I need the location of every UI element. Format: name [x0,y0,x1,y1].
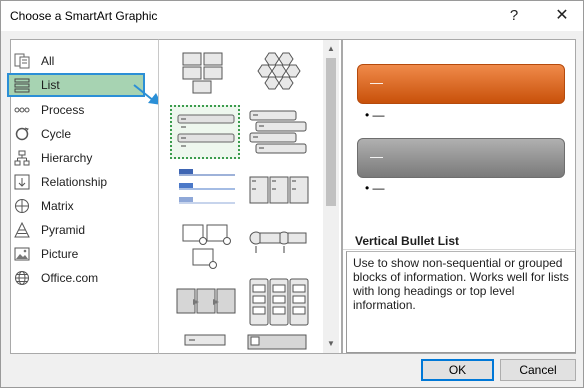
layout-description: Use to show non-sequential or grouped bl… [346,251,576,353]
layout-thumbnail-picture-list[interactable] [242,331,312,353]
horizontal-bullet-list-icon [249,176,309,204]
ok-button[interactable]: OK [421,359,494,381]
category-label: Cycle [41,127,72,141]
category-relationship[interactable]: Relationship [7,170,145,194]
all-icon [14,53,30,69]
dialog-title: Choose a SmartArt Graphic [10,9,158,23]
category-all[interactable]: All [7,49,145,73]
vertical-box-list-icon [179,169,235,204]
category-matrix[interactable]: Matrix [7,194,145,218]
list-icon [14,78,30,93]
segmented-process-icon [176,288,236,314]
accent-process-icon [249,231,307,253]
layout-thumbnail-horizontal-bullet-list[interactable] [242,163,312,217]
relationship-icon [14,174,30,190]
hexagon-cluster-icon [257,52,301,90]
layout-thumbnail-segmented-process[interactable] [173,275,243,329]
layout-thumbnail-table-list[interactable] [242,275,312,329]
category-list-item[interactable]: List [7,73,145,97]
title-bar: Choose a SmartArt Graphic ? ✕ [1,1,583,31]
preview-divider [343,249,575,250]
cycle-icon [15,127,29,141]
help-button[interactable]: ? [501,5,527,27]
globe-icon [15,271,29,285]
category-picture[interactable]: Picture [7,242,145,266]
layout-thumbnail-accent-process[interactable] [242,219,312,273]
layout-thumbnail-stacked-list[interactable] [242,105,312,159]
picture-caption-list-icon [182,224,231,269]
preview-bullet: • — [365,181,385,195]
lined-list-icon [184,334,226,346]
stacked-list-icon [249,110,307,154]
table-list-icon [249,278,309,326]
category-label: All [41,54,55,68]
process-icon [14,107,30,113]
matrix-icon [15,199,29,213]
category-label: Matrix [41,199,74,213]
smartart-dialog: Choose a SmartArt Graphic ? ✕ All List P… [0,0,584,388]
preview-shape-orange: — [357,64,565,104]
picture-list-icon [247,334,307,350]
preview-shape-gray: — [357,138,565,178]
layout-thumbnail-picture-caption-list[interactable] [173,219,243,273]
scrollbar-thumb[interactable] [326,58,336,206]
pyramid-icon [14,222,30,238]
layout-thumbnail-vertical-bullet-list[interactable] [170,105,240,159]
category-pyramid[interactable]: Pyramid [7,218,145,242]
category-cycle[interactable]: Cycle [7,122,145,146]
layout-thumbnail-vertical-box-list[interactable] [173,163,243,217]
preview-bullet: • — [365,108,385,122]
scroll-up-icon[interactable]: ▲ [326,42,336,56]
category-label: List [41,78,60,92]
category-label: Office.com [41,271,99,285]
layout-name: Vertical Bullet List [355,234,460,248]
gallery-scrollbar[interactable]: ▲ ▼ [323,40,339,353]
cancel-button[interactable]: Cancel [500,359,576,381]
category-office-com[interactable]: Office.com [7,266,145,290]
layout-thumbnail-basic-block-list[interactable] [173,47,243,101]
vertical-bullet-list-icon [177,114,235,147]
picture-icon [14,247,30,261]
category-process[interactable]: Process [7,98,145,122]
category-hierarchy[interactable]: Hierarchy [7,146,145,170]
layout-thumbnail-lined-list[interactable] [173,331,243,353]
category-label: Picture [41,247,79,261]
category-label: Pyramid [41,223,86,237]
close-button[interactable]: ✕ [549,5,575,27]
preview-shape-text: — [370,75,383,90]
category-label: Relationship [41,175,108,189]
layout-thumbnail-hexagon-cluster[interactable] [242,47,312,101]
scroll-down-icon[interactable]: ▼ [326,337,336,351]
category-label: Process [41,103,85,117]
hierarchy-icon [14,150,30,166]
preview-shape-text: — [370,149,383,164]
category-label: Hierarchy [41,151,93,165]
basic-block-list-icon [182,52,223,94]
